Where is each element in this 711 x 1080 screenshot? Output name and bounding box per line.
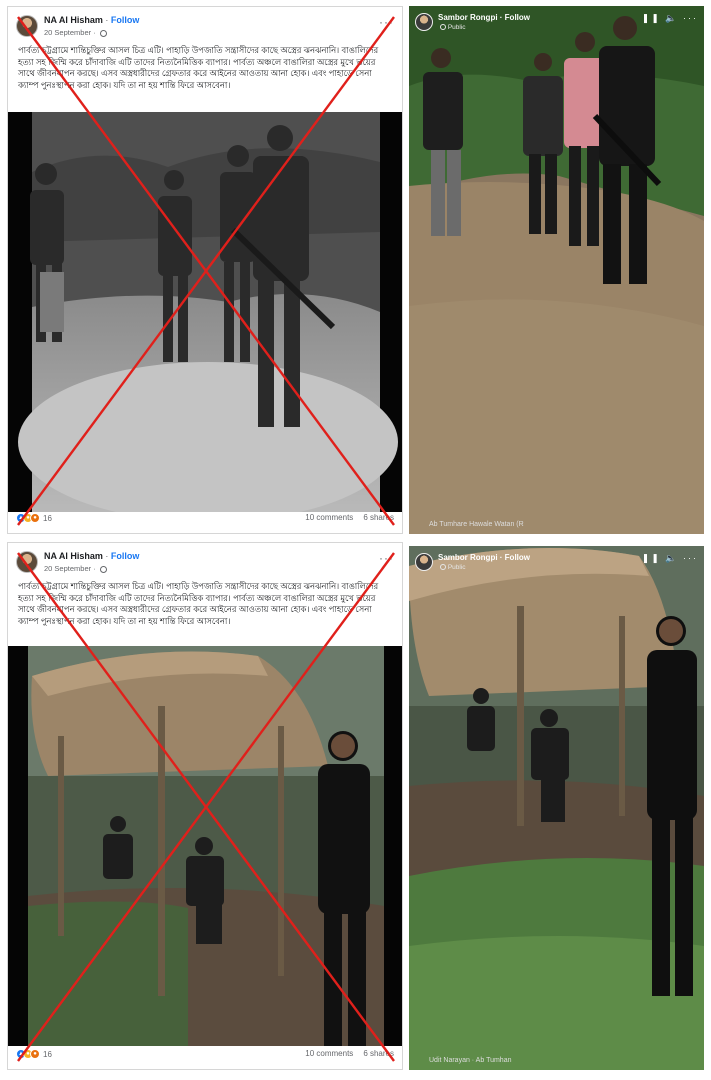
- color-armed-men-image: [409, 6, 704, 534]
- post-stats: 10 comments 6 shares: [305, 513, 394, 522]
- follow-button[interactable]: Follow: [505, 13, 530, 22]
- post-card-top: NA Al Hisham · Follow 20 September · ···…: [7, 6, 403, 534]
- volume-icon[interactable]: 🔈: [665, 553, 678, 563]
- post-header: NA Al Hisham · Follow 20 September · ···: [16, 13, 394, 43]
- avatar[interactable]: [415, 553, 433, 571]
- reaction-count: 16: [43, 1049, 52, 1059]
- avatar[interactable]: [415, 13, 433, 31]
- post-text: পার্বত্য চট্টগ্রামে শান্তিচুক্তির আসল চি…: [18, 45, 379, 90]
- avatar[interactable]: [16, 15, 38, 37]
- author-name[interactable]: NA Al Hisham: [44, 551, 103, 561]
- comments-count[interactable]: 10 comments: [305, 1049, 353, 1058]
- music-caption: Ab Tumhare Hawale Watan (R: [429, 521, 524, 528]
- globe-icon: [440, 564, 446, 571]
- post-footer: ▲ ● ● 16 10 comments 6 shares: [16, 1047, 394, 1063]
- more-options-icon[interactable]: ···: [379, 15, 394, 29]
- post-text: পার্বত্য চট্টগ্রামে শান্তিচুক্তির আসল চি…: [18, 581, 379, 626]
- more-options-icon[interactable]: ···: [683, 13, 698, 23]
- post-video-still[interactable]: [8, 112, 402, 512]
- comments-count[interactable]: 10 comments: [305, 513, 353, 522]
- pause-icon[interactable]: ❚❚: [642, 553, 661, 563]
- video-controls: ❚❚ 🔈 ···: [642, 13, 698, 24]
- video-author-line: Sambor Rongpi · Follow: [438, 553, 530, 562]
- more-options-icon[interactable]: ···: [683, 553, 698, 563]
- post-card-bottom: NA Al Hisham · Follow 20 September · ···…: [7, 542, 403, 1070]
- pause-icon[interactable]: ❚❚: [642, 13, 661, 23]
- visibility-label: Public: [438, 564, 466, 571]
- visibility-label: Public: [438, 24, 466, 31]
- post-author-line: NA Al Hisham · Follow: [44, 551, 140, 561]
- post-stats: 10 comments 6 shares: [305, 1049, 394, 1058]
- hut-guard-image: [8, 646, 402, 1046]
- globe-icon: [99, 565, 107, 573]
- author-name[interactable]: Sambor Rongpi: [438, 13, 498, 22]
- author-name[interactable]: NA Al Hisham: [44, 15, 103, 25]
- video-header: Sambor Rongpi · Follow Public ❚❚ 🔈 ···: [415, 552, 698, 576]
- volume-icon[interactable]: 🔈: [665, 13, 678, 23]
- post-header: NA Al Hisham · Follow 20 September · ···: [16, 549, 394, 579]
- post-video-still[interactable]: [8, 646, 402, 1046]
- follow-button[interactable]: Follow: [111, 551, 140, 561]
- video-frame-top[interactable]: Sambor Rongpi · Follow Public ❚❚ 🔈 ··· A…: [409, 6, 704, 534]
- globe-icon: [99, 29, 107, 37]
- shares-count[interactable]: 6 shares: [363, 1049, 394, 1058]
- globe-icon: [440, 24, 446, 31]
- reaction-count: 16: [43, 513, 52, 523]
- video-author-line: Sambor Rongpi · Follow: [438, 13, 530, 22]
- angry-reaction-icon: ●: [30, 513, 40, 523]
- more-options-icon[interactable]: ···: [379, 551, 394, 565]
- shares-count[interactable]: 6 shares: [363, 513, 394, 522]
- post-date: 20 September ·: [44, 564, 107, 573]
- music-caption: Udit Narayan · Ab Tumhan: [429, 1057, 512, 1064]
- author-name[interactable]: Sambor Rongpi: [438, 553, 498, 562]
- post-date: 20 September ·: [44, 28, 107, 37]
- video-frame-bottom[interactable]: Sambor Rongpi · Follow Public ❚❚ 🔈 ··· U…: [409, 546, 704, 1070]
- post-footer: ▲ ● ● 16 10 comments 6 shares: [16, 511, 394, 527]
- hut-guard-color-image: [409, 546, 704, 1070]
- follow-button[interactable]: Follow: [111, 15, 140, 25]
- grayscale-armed-men-image: [8, 112, 402, 512]
- avatar[interactable]: [16, 551, 38, 573]
- reactions[interactable]: ▲ ● ● 16: [16, 513, 52, 523]
- follow-button[interactable]: Follow: [505, 553, 530, 562]
- reactions[interactable]: ▲ ● ● 16: [16, 1049, 52, 1059]
- video-controls: ❚❚ 🔈 ···: [642, 553, 698, 564]
- angry-reaction-icon: ●: [30, 1049, 40, 1059]
- post-author-line: NA Al Hisham · Follow: [44, 15, 140, 25]
- video-header: Sambor Rongpi · Follow Public ❚❚ 🔈 ···: [415, 12, 698, 36]
